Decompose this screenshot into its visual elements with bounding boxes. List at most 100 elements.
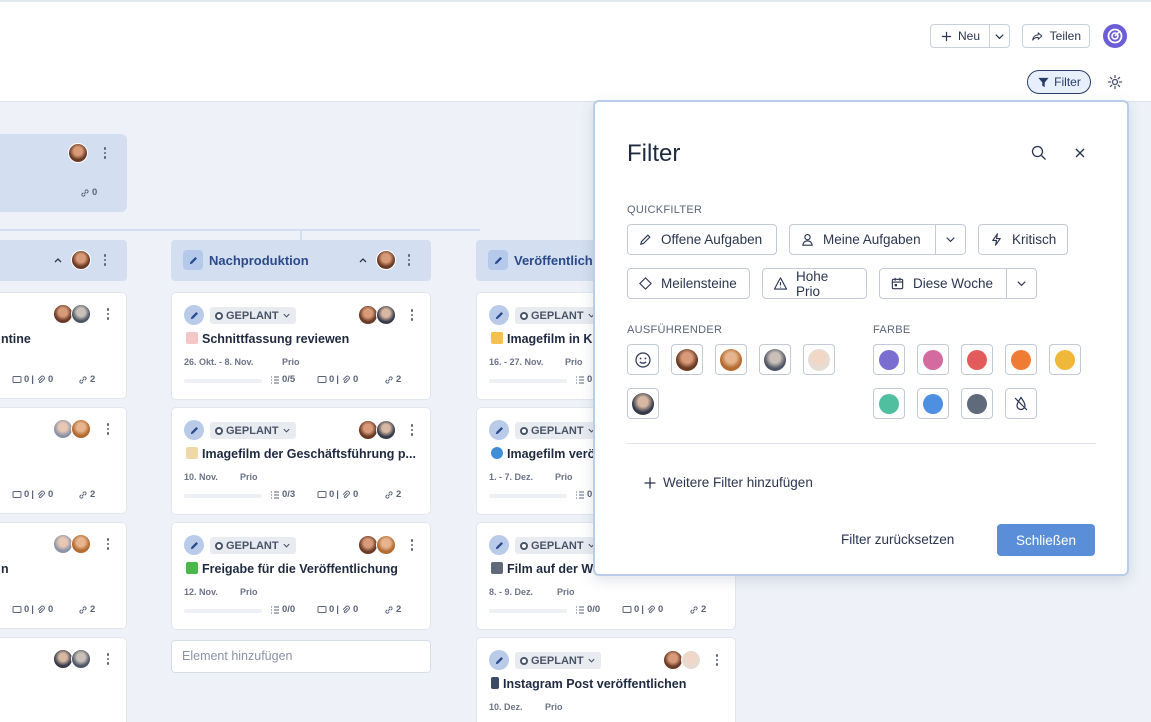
task-priority: Prio <box>282 357 300 367</box>
chevron-down-icon <box>587 658 595 663</box>
close-icon[interactable] <box>1072 145 1088 161</box>
color-filter-yellow[interactable] <box>1049 344 1081 375</box>
pencil-icon <box>489 420 509 440</box>
assignee-filter[interactable] <box>759 344 791 375</box>
filter-divider <box>627 443 1096 444</box>
assignee-filter[interactable] <box>803 344 835 375</box>
task-comment-attachment-count: 0 | 0 <box>317 374 358 385</box>
quickfilter-critical[interactable]: Kritisch <box>978 224 1068 255</box>
quickfilter-open-tasks[interactable]: Offene Aufgaben <box>627 224 777 255</box>
assignee-filter[interactable] <box>671 344 703 375</box>
quickfilter-milestones[interactable]: Meilensteine <box>627 268 750 299</box>
task-link-count: 2 <box>78 604 95 615</box>
checklist-icon <box>576 606 584 613</box>
task-card[interactable]: GEPLANT Freigabe für die Veröffentlichun… <box>171 522 431 630</box>
more-options-icon[interactable] <box>404 253 414 267</box>
task-card[interactable]: n 0 | 0 2 <box>0 522 127 629</box>
task-card[interactable]: GEPLANT Instagram Post veröffentlichen 1… <box>476 637 736 722</box>
more-options-icon[interactable] <box>103 652 113 666</box>
status-badge[interactable]: GEPLANT <box>515 422 601 439</box>
column-header[interactable] <box>0 240 127 281</box>
avatar <box>632 392 654 415</box>
chevron-up-icon[interactable] <box>52 254 64 266</box>
color-filter-none[interactable] <box>1005 388 1037 419</box>
status-badge[interactable]: GEPLANT <box>210 422 296 439</box>
group-header[interactable]: 0 <box>0 134 127 212</box>
color-filter-red[interactable] <box>961 344 993 375</box>
status-badge[interactable]: GEPLANT <box>515 537 601 554</box>
color-filter-green[interactable] <box>873 388 905 419</box>
task-comment-attachment-count: 0 | 0 <box>12 604 53 615</box>
new-dropdown-toggle[interactable] <box>990 25 1009 47</box>
status-badge[interactable]: GEPLANT <box>210 307 296 324</box>
filter-panel: Filter QUICKFILTER Offene Aufgaben Meine… <box>593 100 1129 576</box>
gear-icon[interactable] <box>1106 73 1124 91</box>
pencil-icon <box>489 305 509 325</box>
smiley-icon <box>635 351 651 368</box>
status-badge[interactable]: GEPLANT <box>515 652 601 669</box>
new-button[interactable]: Neu <box>930 24 1010 48</box>
comment-icon <box>317 490 327 498</box>
chevron-down-icon <box>282 543 290 548</box>
status-badge[interactable]: GEPLANT <box>210 537 296 554</box>
more-options-icon[interactable] <box>103 307 113 321</box>
task-progress-bar <box>184 379 262 383</box>
task-card[interactable]: GEPLANT Schnittfassung reviewen 26. Okt.… <box>171 292 431 400</box>
chevron-down-icon <box>282 313 290 318</box>
assignee-filter[interactable] <box>627 388 659 419</box>
chevron-down-icon[interactable] <box>1006 269 1036 298</box>
task-card[interactable]: 0 | 0 2 <box>0 407 127 514</box>
more-options-icon[interactable] <box>407 538 417 552</box>
reset-filter-button[interactable]: Filter zurücksetzen <box>841 532 954 547</box>
paperclip-icon <box>647 605 655 613</box>
share-button[interactable]: Teilen <box>1022 24 1090 48</box>
status-badge[interactable]: GEPLANT <box>515 307 601 324</box>
puzzle-icon <box>491 332 503 344</box>
comment-icon <box>622 605 632 613</box>
share-icon <box>1032 31 1043 41</box>
chevron-down-icon[interactable] <box>935 225 965 254</box>
link-icon <box>385 490 393 499</box>
close-filter-button[interactable]: Schließen <box>997 524 1095 556</box>
more-options-icon[interactable] <box>407 423 417 437</box>
task-title: n <box>1 562 9 576</box>
color-filter-gray[interactable] <box>961 388 993 419</box>
filter-button[interactable]: Filter <box>1027 70 1091 94</box>
more-options-icon[interactable] <box>407 308 417 322</box>
quickfilter-this-week[interactable]: Diese Woche <box>879 268 1037 299</box>
add-element-input[interactable]: Element hinzufügen <box>171 640 431 673</box>
more-options-icon[interactable] <box>103 537 113 551</box>
column-header-nachproduktion[interactable]: Nachproduktion <box>171 240 431 281</box>
more-options-icon[interactable] <box>100 253 110 267</box>
color-filter-pink[interactable] <box>917 344 949 375</box>
assignee-filter[interactable] <box>715 344 747 375</box>
task-date: 1. - 7. Dez. <box>489 472 534 482</box>
checklist-icon <box>271 491 279 498</box>
color-filter-orange[interactable] <box>1005 344 1037 375</box>
link-icon <box>79 605 87 614</box>
search-icon[interactable] <box>1030 144 1048 162</box>
task-card[interactable]: ntine 0 | 0 2 <box>0 292 127 399</box>
color-filter-blue[interactable] <box>917 388 949 419</box>
more-options-icon[interactable] <box>712 653 722 667</box>
app-logo-icon[interactable] <box>1103 24 1127 48</box>
task-comment-attachment-count: 0 | 0 <box>622 604 663 615</box>
more-options-icon[interactable] <box>100 146 110 160</box>
color-filter-purple[interactable] <box>873 344 905 375</box>
task-card[interactable] <box>0 637 127 722</box>
task-card[interactable]: GEPLANT Imagefilm der Geschäftsführung p… <box>171 407 431 515</box>
checklist-icon <box>576 491 584 498</box>
add-more-filters-button[interactable]: Weitere Filter hinzufügen <box>643 475 813 490</box>
checklist-icon <box>271 376 279 383</box>
more-options-icon[interactable] <box>103 422 113 436</box>
task-priority: Prio <box>565 357 583 367</box>
task-title: ntine <box>1 332 31 346</box>
chevron-up-icon[interactable] <box>357 254 369 266</box>
link-icon <box>385 375 393 384</box>
assignee-unassigned-filter[interactable] <box>627 344 659 375</box>
pencil-icon <box>183 250 203 270</box>
quickfilter-high-priority[interactable]: Hohe Prio <box>762 268 867 299</box>
quickfilter-my-tasks[interactable]: Meine Aufgaben <box>789 224 966 255</box>
lightning-icon <box>992 233 1001 246</box>
task-date: 10. Dez. <box>489 702 523 712</box>
